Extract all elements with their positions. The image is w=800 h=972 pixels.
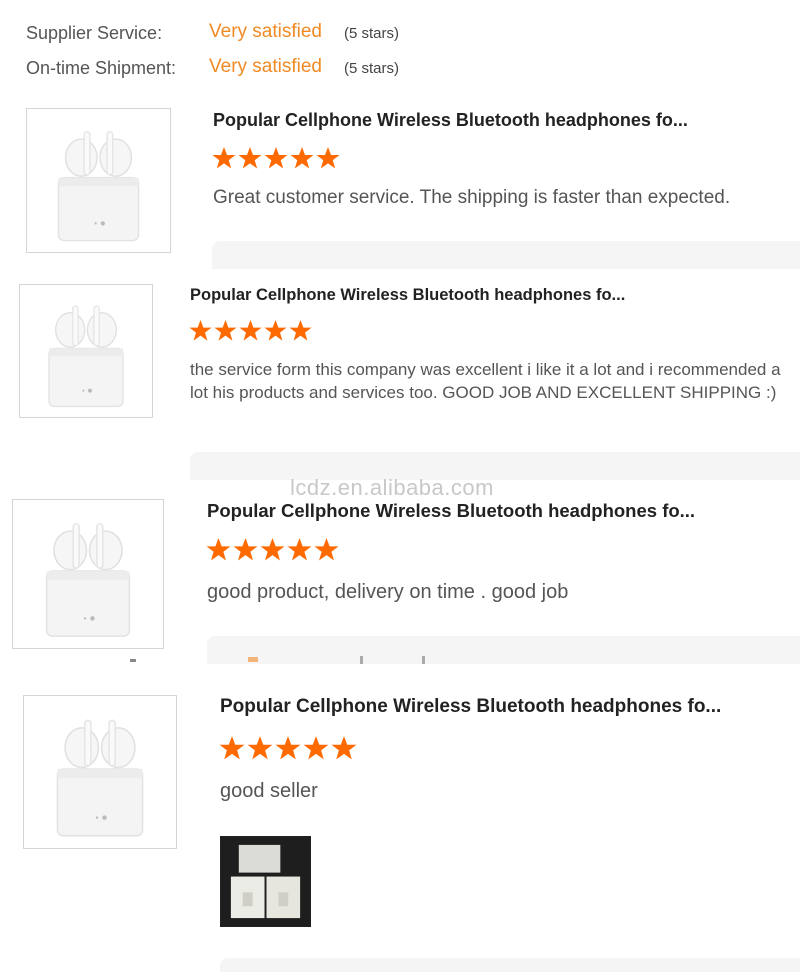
review-text: the service form this company was excell… <box>190 360 781 402</box>
star-icon <box>275 736 301 760</box>
star-icon <box>233 538 258 561</box>
review-product-title[interactable]: Popular Cellphone Wireless Bluetooth hea… <box>213 110 688 131</box>
customer-photo-image <box>221 837 310 926</box>
star-icon <box>287 538 312 561</box>
customer-photo[interactable] <box>220 836 311 927</box>
product-thumbnail[interactable] <box>12 499 164 649</box>
earbuds-case-image <box>57 131 140 242</box>
review-text: good seller <box>220 780 318 802</box>
rating-label: On-time Shipment: <box>26 58 177 78</box>
review-stars <box>189 319 312 342</box>
rating-label: Supplier Service: <box>26 23 163 43</box>
star-icon <box>264 147 288 169</box>
star-icon <box>206 538 231 561</box>
star-icon <box>264 319 287 341</box>
earbuds-case-image <box>56 719 144 837</box>
card-divider <box>190 452 800 480</box>
rating-value: Very satisfied <box>209 21 322 42</box>
star-icon <box>331 736 357 760</box>
star-icon <box>214 319 237 341</box>
rating-stars-count: (5 stars) <box>344 60 400 77</box>
star-icon <box>238 147 262 169</box>
review-product-title[interactable]: Popular Cellphone Wireless Bluetooth hea… <box>207 500 695 522</box>
review-stars <box>219 735 357 761</box>
star-icon <box>289 319 312 341</box>
star-icon <box>303 736 329 760</box>
star-icon <box>290 147 314 169</box>
star-icon <box>212 147 236 169</box>
product-thumbnail[interactable] <box>23 695 177 849</box>
earbuds-case-image <box>48 305 124 408</box>
rating-value: Very satisfied <box>209 56 322 77</box>
clipped-text-fragment <box>130 656 425 664</box>
product-thumbnail[interactable] <box>19 284 153 418</box>
star-icon <box>316 147 340 169</box>
star-icon <box>260 538 285 561</box>
rating-stars-count: (5 stars) <box>344 25 400 42</box>
review-stars <box>206 537 339 562</box>
review-product-title[interactable]: Popular Cellphone Wireless Bluetooth hea… <box>220 696 721 718</box>
star-icon <box>239 319 262 341</box>
product-thumbnail[interactable] <box>26 108 171 253</box>
review-stars <box>212 146 340 170</box>
review-product-title[interactable]: Popular Cellphone Wireless Bluetooth hea… <box>190 286 625 305</box>
star-icon <box>189 319 212 341</box>
watermark: lcdz.en.alibaba.com <box>290 475 494 500</box>
earbuds-case-image <box>45 522 131 637</box>
star-icon <box>314 538 339 561</box>
star-icon <box>247 736 273 760</box>
star-icon <box>219 736 245 760</box>
review-text: good product, delivery on time . good jo… <box>207 581 569 603</box>
review-text: Great customer service. The shipping is … <box>213 187 731 208</box>
card-divider <box>220 958 800 972</box>
card-divider <box>212 241 800 269</box>
